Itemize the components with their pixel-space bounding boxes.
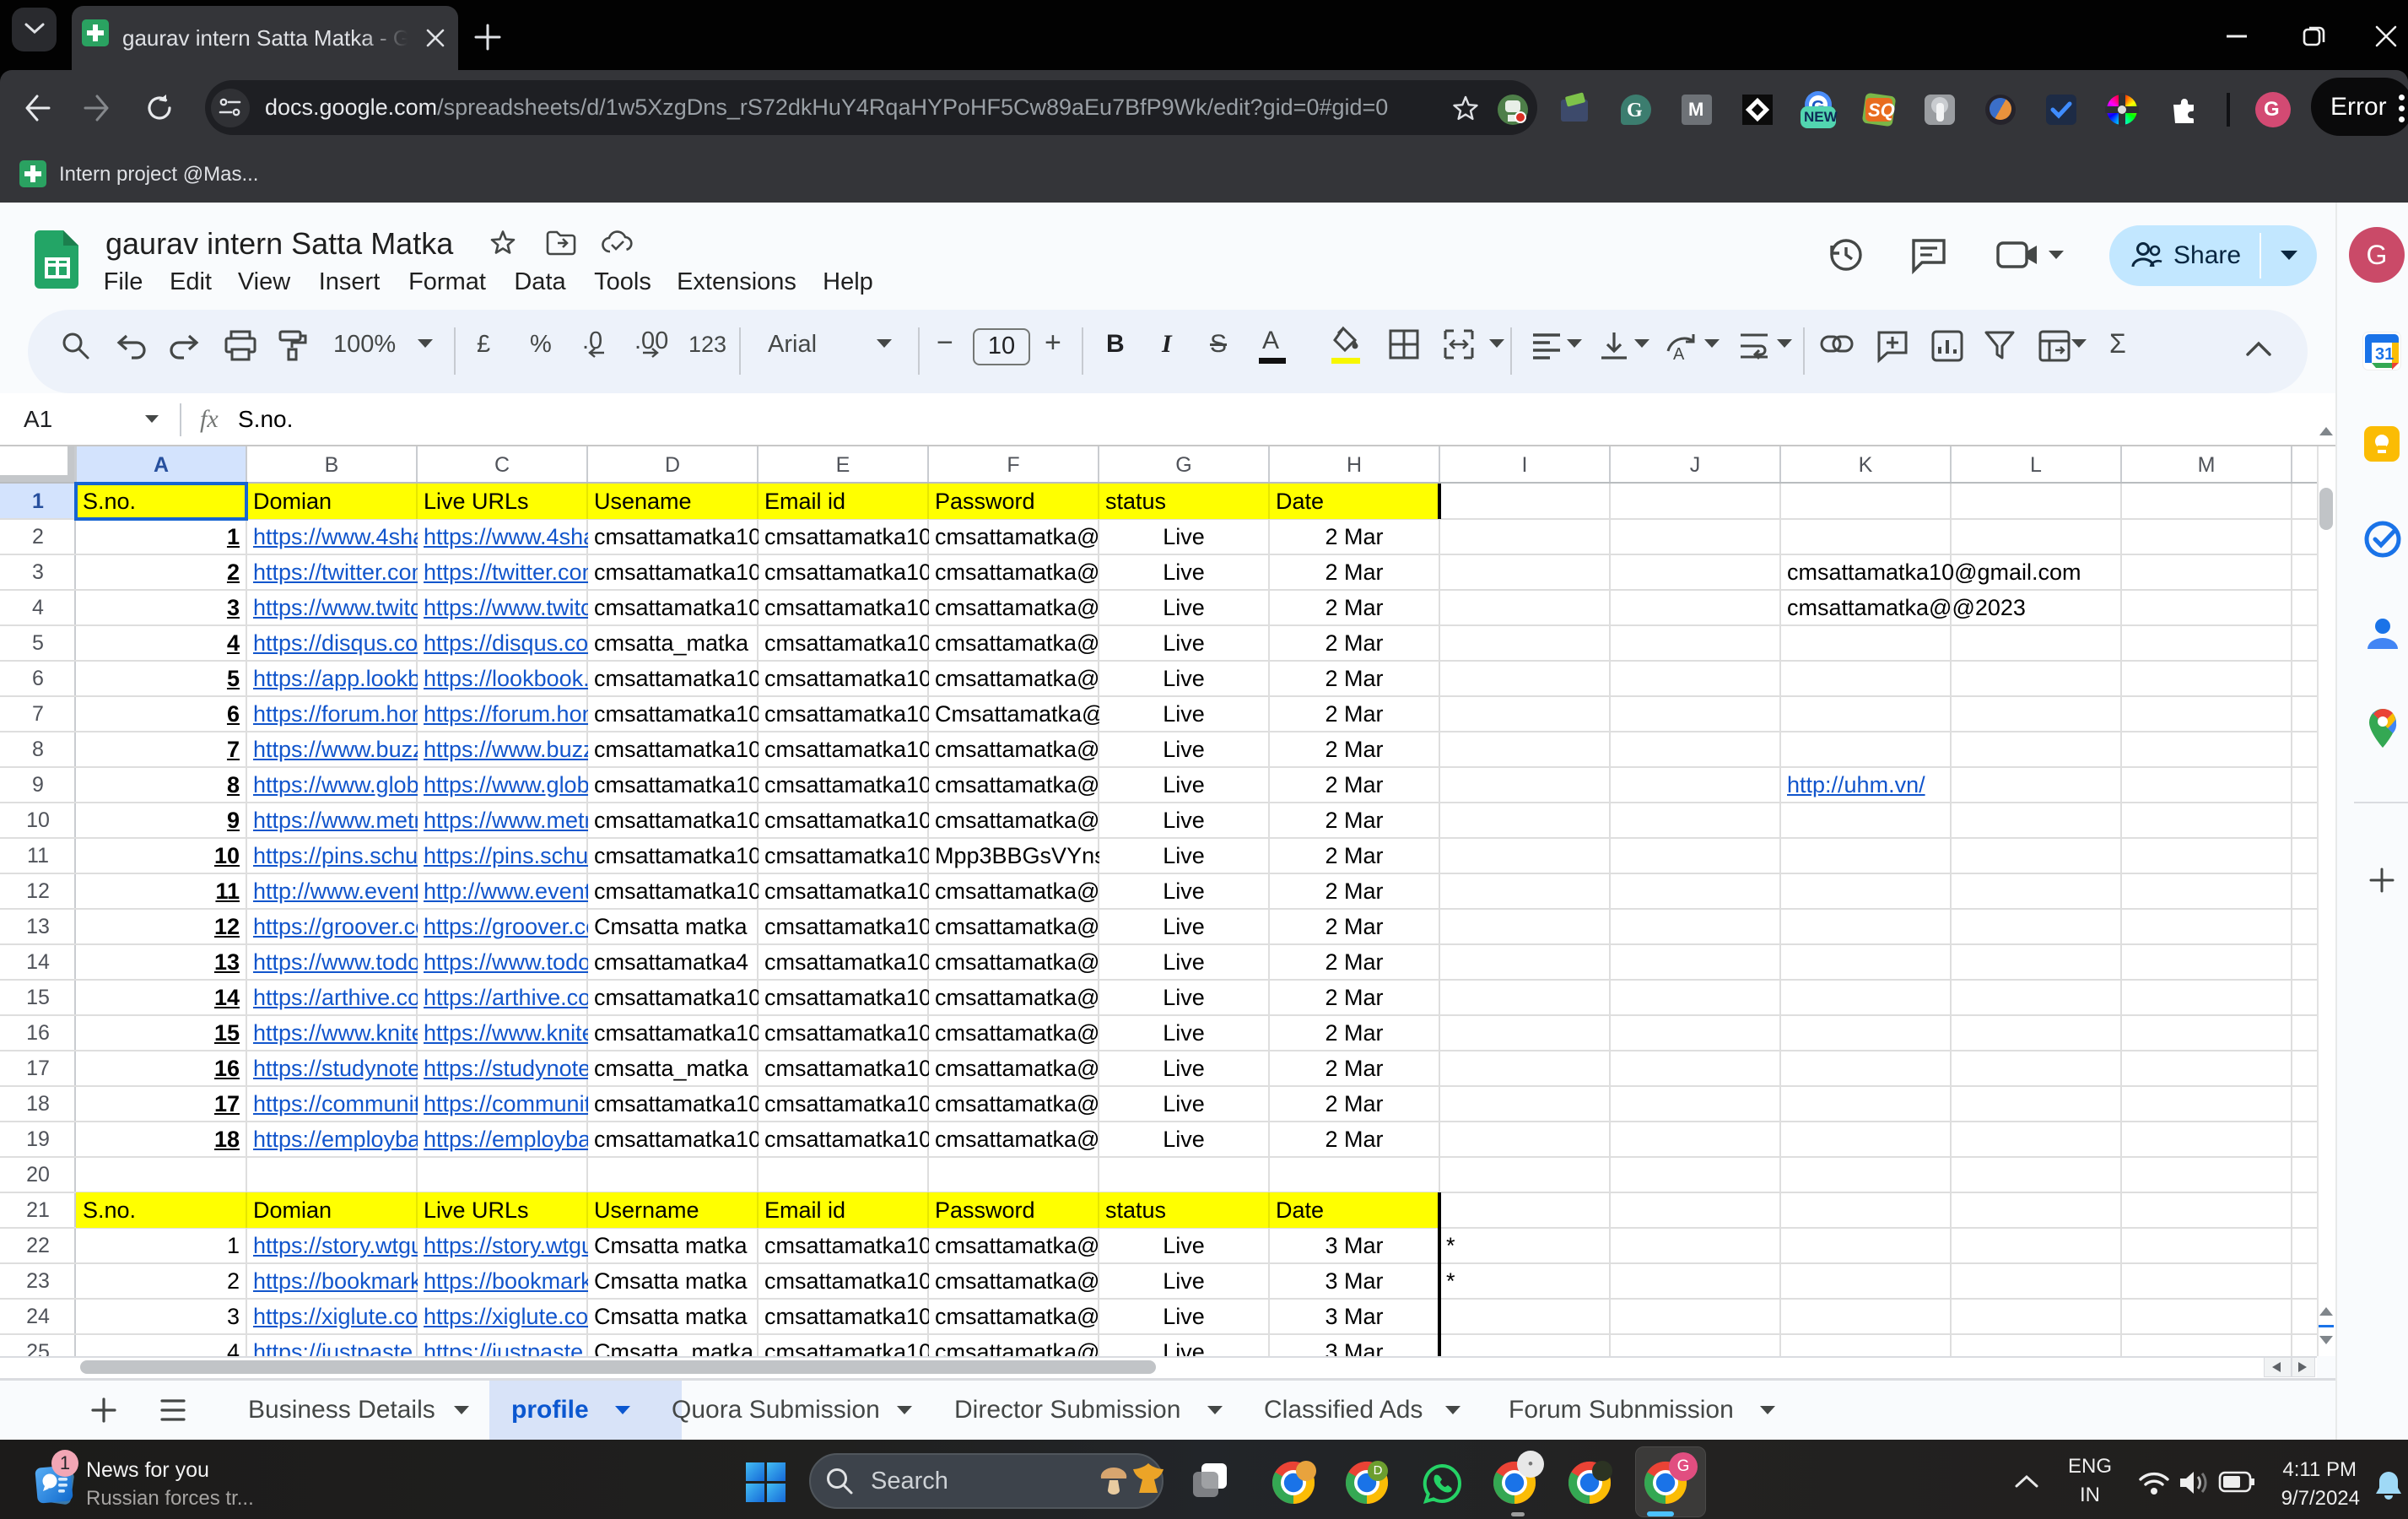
svg-text:A: A	[1673, 345, 1685, 364]
svg-text:31: 31	[2375, 345, 2394, 364]
